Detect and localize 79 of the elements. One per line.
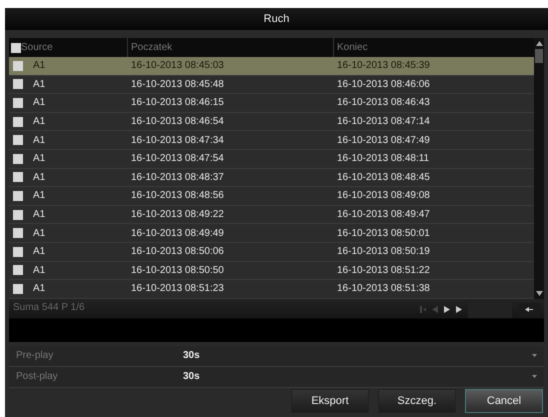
setting-dropdown[interactable]: Post-play 30s bbox=[9, 366, 544, 388]
table-cell: A1 bbox=[33, 78, 46, 90]
table-cell: 16-10-2013 08:45:48 bbox=[131, 78, 224, 90]
table-row[interactable]: A1 16-10-2013 08:45:03 16-10-2013 08:45:39 bbox=[9, 57, 534, 76]
table-cell: 16-10-2013 08:51:38 bbox=[337, 283, 430, 294]
table-cell: 16-10-2013 08:47:54 bbox=[131, 153, 224, 164]
table-cell: 16-10-2013 08:47:49 bbox=[337, 134, 430, 146]
row-checkbox[interactable] bbox=[13, 172, 23, 182]
select-all-checkbox[interactable] bbox=[11, 42, 21, 52]
arrow-left-icon bbox=[525, 307, 533, 312]
table-cell: 16-10-2013 08:47:34 bbox=[131, 134, 224, 146]
scroll-up-icon bbox=[536, 41, 542, 46]
row-checkbox[interactable] bbox=[13, 265, 23, 276]
setting-label: Post-play bbox=[16, 371, 59, 382]
table-row[interactable]: A1 16-10-2013 08:50:50 16-10-2013 08:51:22 bbox=[9, 262, 534, 280]
table-cell: 16-10-2013 08:50:01 bbox=[337, 228, 430, 239]
table-cell: 16-10-2013 08:48:56 bbox=[131, 190, 224, 202]
row-checkbox[interactable] bbox=[13, 116, 23, 127]
table-cell: A1 bbox=[33, 97, 46, 108]
column-header[interactable]: Source bbox=[21, 42, 53, 53]
dialog-button[interactable]: Szczeg. bbox=[378, 389, 456, 413]
table-cell: 16-10-2013 08:46:15 bbox=[131, 97, 224, 108]
table-cell: 16-10-2013 08:50:19 bbox=[337, 246, 430, 258]
page-input-field[interactable] bbox=[468, 302, 512, 318]
table-cell: 16-10-2013 08:46:54 bbox=[131, 116, 224, 128]
row-checkbox[interactable] bbox=[13, 79, 23, 90]
row-checkbox[interactable] bbox=[13, 154, 23, 164]
dialog-button[interactable]: Eksport bbox=[291, 389, 369, 413]
table-cell: 16-10-2013 08:49:08 bbox=[337, 190, 430, 202]
row-checkbox[interactable] bbox=[13, 284, 23, 294]
table-cell: A1 bbox=[33, 264, 46, 276]
setting-label: Pre-play bbox=[16, 350, 54, 362]
window-title: Ruch bbox=[5, 8, 548, 30]
scroll-down-icon bbox=[536, 290, 542, 296]
scroll-thumb[interactable] bbox=[535, 49, 543, 63]
table-cell: 16-10-2013 08:46:06 bbox=[337, 78, 430, 90]
row-checkbox[interactable] bbox=[13, 98, 23, 108]
table-cell: 16-10-2013 08:51:22 bbox=[337, 264, 430, 276]
row-checkbox[interactable] bbox=[13, 246, 23, 257]
table-cell: 16-10-2013 08:48:11 bbox=[337, 153, 430, 164]
table-cell: 16-10-2013 08:46:43 bbox=[337, 97, 430, 108]
dialog-button[interactable]: Cancel bbox=[465, 389, 543, 413]
table-cell: A1 bbox=[33, 172, 46, 183]
dropdown-arrow-icon bbox=[532, 375, 537, 378]
table-cell: 16-10-2013 08:50:50 bbox=[131, 264, 224, 276]
table-cell: 16-10-2013 08:49:47 bbox=[337, 209, 430, 220]
setting-value: 30s bbox=[183, 350, 201, 362]
row-checkbox[interactable] bbox=[13, 210, 23, 220]
table-cell: 16-10-2013 08:48:45 bbox=[337, 172, 430, 183]
dropdown-arrow-icon bbox=[532, 354, 537, 358]
table-cell: A1 bbox=[33, 228, 46, 239]
table-cell: 16-10-2013 08:45:03 bbox=[131, 60, 224, 72]
table-cell: 16-10-2013 08:51:23 bbox=[131, 283, 224, 294]
setting-dropdown[interactable]: Pre-play 30s bbox=[9, 346, 544, 367]
table-cell: 16-10-2013 08:47:14 bbox=[337, 116, 430, 128]
table-cell: A1 bbox=[33, 246, 46, 258]
table-cell: A1 bbox=[33, 283, 46, 294]
table-cell: A1 bbox=[33, 190, 46, 202]
last-page-button[interactable] bbox=[456, 306, 462, 314]
scrollbar[interactable] bbox=[534, 38, 544, 299]
row-checkbox[interactable] bbox=[13, 60, 23, 71]
next-page-button[interactable] bbox=[444, 306, 450, 314]
table-row[interactable]: A1 16-10-2013 08:45:48 16-10-2013 08:46:06 bbox=[9, 76, 534, 94]
table-cell: 16-10-2013 08:49:22 bbox=[131, 209, 224, 220]
row-checkbox[interactable] bbox=[13, 135, 23, 146]
table-row[interactable]: A1 16-10-2013 08:48:37 16-10-2013 08:48:45 bbox=[9, 168, 534, 188]
page-summary: Suma 544 P 1/6 bbox=[13, 302, 85, 313]
table-cell: 16-10-2013 08:49:49 bbox=[131, 228, 224, 239]
table-cell: A1 bbox=[33, 153, 46, 164]
row-checkbox[interactable] bbox=[13, 228, 23, 238]
table-cell: A1 bbox=[33, 209, 46, 220]
table-cell: 16-10-2013 08:48:37 bbox=[131, 172, 224, 183]
table-cell: A1 bbox=[33, 134, 46, 146]
row-checkbox[interactable] bbox=[13, 190, 23, 201]
setting-value: 30s bbox=[183, 371, 201, 382]
table-cell: A1 bbox=[33, 60, 46, 72]
table-cell: 16-10-2013 08:45:39 bbox=[337, 60, 430, 72]
table-cell: 16-10-2013 08:50:06 bbox=[131, 246, 224, 258]
table-cell: A1 bbox=[33, 116, 46, 128]
